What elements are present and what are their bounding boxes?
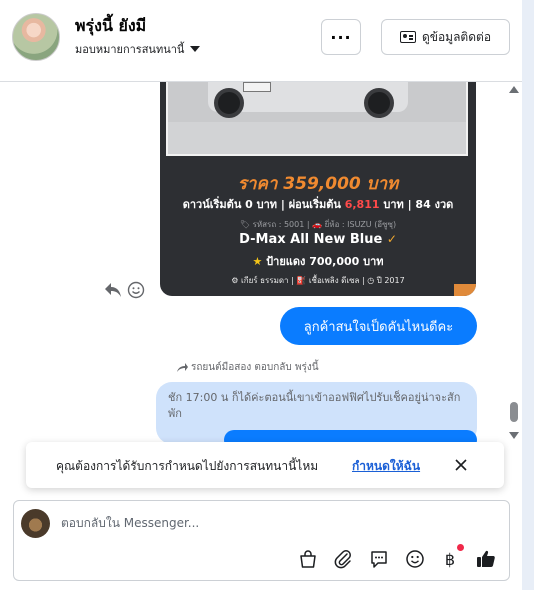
- react-emoji-icon[interactable]: [127, 281, 145, 299]
- star-icon: ★: [252, 255, 263, 268]
- emoji-icon[interactable]: [404, 548, 426, 570]
- ad-specs: ⚙ เกียร์ ธรรมดา | ⛽ เชื้อเพลิง ดีเซล | ◷…: [231, 276, 405, 285]
- verified-check-icon: ✓: [386, 232, 397, 246]
- baht-payment-icon[interactable]: ฿: [439, 548, 461, 570]
- shopping-bag-icon[interactable]: [297, 548, 319, 570]
- ad-model: D-Max All New Blue ✓: [239, 232, 397, 247]
- saved-reply-icon[interactable]: [368, 548, 390, 570]
- id-card-icon: [399, 31, 416, 43]
- contact-info-label: ดูข้อมูลติดต่อ: [421, 29, 492, 44]
- assign-conversation-dropdown[interactable]: มอบหมายการสนทนานี้: [75, 40, 201, 58]
- reply-context-note: รถยนต์มือสอง ตอบกลับ พรุ่งนี้: [175, 360, 319, 375]
- message-composer: ฿: [13, 500, 510, 581]
- assign-label: มอบหมายการสนทนานี้: [75, 43, 185, 56]
- view-contact-info-button[interactable]: ดูข้อมูลติดต่อ: [381, 19, 510, 55]
- contact-name[interactable]: พรุ่งนี้ ยังมี: [75, 14, 146, 39]
- more-options-button[interactable]: ···: [321, 19, 361, 55]
- ad-price: ราคา 359,000 บาท: [237, 174, 399, 194]
- ad-red-plate-price: ★ ป้ายแดง 700,000 บาท: [252, 255, 384, 268]
- messenger-chat-window: พรุ่งนี้ ยังมี มอบหมายการสนทนานี้ ··· ดู…: [0, 0, 534, 590]
- outgoing-message[interactable]: ลูกค้าสนใจเป็ดคันไหนดีคะ: [280, 307, 477, 345]
- caret-down-icon: [190, 46, 201, 52]
- reply-arrow-icon: [177, 362, 188, 372]
- thumbs-up-icon[interactable]: [475, 548, 497, 570]
- scrollbar-thumb[interactable]: [510, 402, 518, 422]
- close-icon[interactable]: [450, 454, 472, 476]
- notification-dot: [457, 544, 464, 551]
- conversation-header: พรุ่งนี้ ยังมี มอบหมายการสนทนานี้ ··· ดู…: [0, 0, 522, 82]
- assign-conversation-banner: คุณต้องการได้รับการกำหนดไปยังการสนทนานี้…: [26, 442, 504, 488]
- contact-avatar[interactable]: [12, 13, 60, 61]
- right-edge-panel: [522, 0, 534, 590]
- ad-meta: 🏷 รหัสรถ : 5001 | 🚗 ยี่ห้อ : ISUZU (อีซู…: [239, 220, 397, 229]
- ad-corner-decoration: [454, 284, 476, 296]
- car-photo: [166, 82, 468, 156]
- reply-icon[interactable]: [103, 281, 123, 299]
- car-ad-image-message[interactable]: ราคา 359,000 บาท ดาวน์เริ่มต้น 0 บาท | ผ…: [160, 82, 476, 296]
- attachment-icon[interactable]: [332, 548, 354, 570]
- svg-text:฿: ฿: [445, 550, 455, 569]
- banner-text: คุณต้องการได้รับการกำหนดไปยังการสนทนานี้…: [56, 459, 319, 473]
- ad-down-payment: ดาวน์เริ่มต้น 0 บาท | ผ่อนเริ่มต้น 6,811…: [182, 198, 454, 211]
- assign-to-me-link[interactable]: กำหนดให้ฉัน: [352, 457, 420, 476]
- page-avatar: [21, 509, 50, 538]
- scroll-up-arrow-icon[interactable]: [509, 86, 519, 93]
- reply-input[interactable]: [61, 514, 481, 532]
- scroll-down-arrow-icon[interactable]: [509, 432, 519, 439]
